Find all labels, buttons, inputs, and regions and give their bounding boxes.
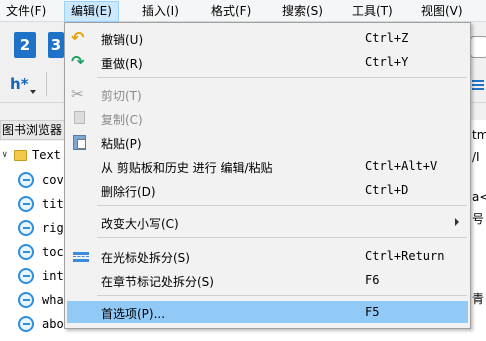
menu-item-shortcut: Ctrl+Y [365, 55, 409, 69]
book-browser-tree: ∨ Text cov tit rig toc int wha abo [0, 141, 70, 341]
menu-file[interactable]: 文件(F) [0, 2, 52, 21]
menu-item-paste-from-history[interactable]: 从 剪贴板和历史 进行 编辑/粘贴 Ctrl+Alt+V [67, 155, 468, 177]
menu-item-label: 在光标处拆分(S) [101, 251, 190, 265]
code-fragment: 号 [472, 212, 485, 226]
menu-item-shortcut: Ctrl+Alt+V [365, 159, 438, 173]
menu-item-paste[interactable]: 粘贴(P) [67, 131, 468, 153]
menu-item-preferences[interactable]: 首选项(P)... F5 [67, 301, 468, 323]
list-icon[interactable] [472, 80, 484, 82]
tree-item-label: toc [42, 245, 64, 259]
menu-edit[interactable]: 编辑(E) [64, 1, 119, 22]
menu-view[interactable]: 视图(V) [415, 2, 469, 21]
folder-icon [14, 150, 27, 161]
scissors-icon: ✂ [71, 85, 84, 103]
menu-item-shortcut: F5 [365, 305, 380, 319]
copy-icon [71, 110, 89, 126]
html-file-icon [18, 316, 34, 332]
menu-bar: 文件(F) 编辑(E) 插入(I) 格式(F) 搜索(S) 工具(T) 视图(V… [0, 0, 486, 22]
undo-icon: ↶ [71, 28, 85, 47]
code-fragment: /I [472, 150, 480, 164]
menu-format[interactable]: 格式(F) [205, 2, 257, 21]
menu-separator [97, 295, 467, 296]
tree-item-label: int [42, 269, 64, 283]
menu-item-delete-line[interactable]: 删除行(D) Ctrl+D [67, 179, 468, 201]
chevron-down-icon[interactable] [30, 90, 36, 94]
menu-separator [97, 205, 467, 206]
menu-item-cut[interactable]: ✂ 剪切(T) [67, 83, 468, 105]
menu-separator [97, 77, 467, 78]
toolbar-right-button[interactable] [470, 36, 486, 58]
menu-item-change-case[interactable]: 改变大小写(C) [67, 211, 468, 233]
html-file-icon [18, 292, 34, 308]
menu-item-redo[interactable]: ↷ 重做(R) Ctrl+Y [67, 51, 468, 73]
menu-item-label: 删除行(D) [101, 185, 156, 199]
redo-icon: ↷ [71, 52, 85, 71]
html-file-icon [18, 220, 34, 236]
menu-item-label: 改变大小写(C) [101, 217, 179, 231]
paste-icon [71, 134, 89, 150]
menu-item-shortcut: Ctrl+Z [365, 31, 409, 45]
menu-separator [97, 237, 467, 238]
tree-root-label: Text [32, 148, 61, 162]
heading3-button[interactable]: 3 [48, 32, 64, 58]
code-view-edge: tm /I a< 号 青 [470, 120, 486, 341]
html-file-icon [18, 244, 34, 260]
menu-item-label: 剪切(T) [101, 89, 142, 103]
menu-item-label: 复制(C) [101, 113, 143, 127]
html-file-icon [18, 196, 34, 212]
menu-item-label: 粘贴(P) [101, 137, 142, 151]
tree-item-label: wha [42, 293, 64, 307]
code-fragment: tm [472, 128, 486, 142]
menu-tools[interactable]: 工具(T) [346, 2, 399, 21]
menu-search[interactable]: 搜索(S) [276, 2, 329, 21]
tree-item-label: cov [42, 173, 64, 187]
edit-menu: ↶ 撤销(U) Ctrl+Z ↷ 重做(R) Ctrl+Y ✂ 剪切(T) 复制… [64, 22, 471, 329]
tree-item-label: tit [42, 197, 64, 211]
menu-item-label: 重做(R) [101, 57, 143, 71]
split-icon [71, 248, 89, 264]
menu-item-split-at-cursor[interactable]: 在光标处拆分(S) Ctrl+Return [67, 245, 468, 267]
html-file-icon [18, 172, 34, 188]
code-fragment: 青 [472, 292, 485, 306]
tree-item-label: rig [42, 221, 64, 235]
menu-item-label: 从 剪贴板和历史 进行 编辑/粘贴 [101, 161, 273, 175]
menu-item-label: 撤销(U) [101, 33, 144, 47]
html-file-icon [18, 268, 34, 284]
menu-item-split-at-markers[interactable]: 在章节标记处拆分(S) F6 [67, 269, 468, 291]
book-browser-title: 图书浏览器 [0, 120, 70, 140]
collapse-icon[interactable]: ∨ [2, 150, 7, 160]
menu-item-shortcut: Ctrl+Return [365, 249, 445, 263]
menu-item-undo[interactable]: ↶ 撤销(U) Ctrl+Z [67, 27, 468, 49]
tree-item-label: abo [42, 317, 64, 331]
menu-item-copy[interactable]: 复制(C) [67, 107, 468, 129]
toolbar-divider [46, 72, 47, 96]
heading2-button[interactable]: 2 [14, 32, 36, 58]
menu-item-shortcut: F6 [365, 273, 380, 287]
submenu-arrow-icon [455, 218, 459, 226]
menu-item-label: 在章节标记处拆分(S) [101, 275, 214, 289]
menu-insert[interactable]: 插入(I) [136, 2, 185, 21]
menu-item-label: 首选项(P)... [101, 307, 166, 321]
menu-item-shortcut: Ctrl+D [365, 183, 409, 197]
heading-dropdown-button[interactable]: h* [10, 75, 29, 93]
code-fragment: a< [472, 190, 486, 204]
